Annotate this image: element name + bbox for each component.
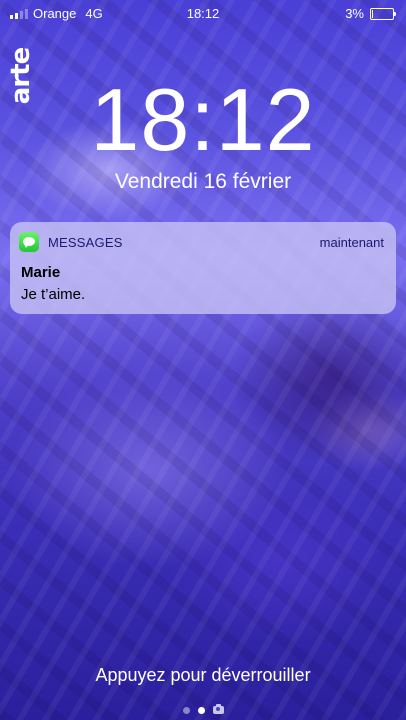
notification-app-name: MESSAGES bbox=[48, 235, 123, 250]
lock-screen-date: Vendredi 16 février bbox=[114, 170, 292, 193]
battery-percent: 3% bbox=[345, 6, 364, 21]
message-notification[interactable]: MESSAGES maintenant Marie Je t’aime. bbox=[10, 222, 396, 314]
notification-message: Je t’aime. bbox=[21, 286, 86, 303]
notification-sender: Marie bbox=[21, 264, 61, 281]
battery-icon bbox=[370, 7, 396, 20]
status-bar: Orange 4G 18:12 3% bbox=[0, 0, 406, 26]
battery-fill bbox=[372, 9, 373, 18]
page-indicator bbox=[0, 704, 406, 716]
notification-timestamp: maintenant bbox=[319, 235, 384, 250]
page-dot-search[interactable] bbox=[182, 706, 190, 714]
camera-icon[interactable] bbox=[212, 704, 224, 714]
messages-icon bbox=[19, 232, 39, 252]
status-right: 3% bbox=[345, 6, 396, 21]
lock-screen-clock: 18:12 bbox=[90, 70, 316, 169]
notification-header: MESSAGES maintenant bbox=[10, 222, 396, 262]
unlock-hint[interactable]: Appuyez pour déverrouiller bbox=[0, 665, 406, 686]
page-dot-current[interactable] bbox=[197, 706, 205, 714]
